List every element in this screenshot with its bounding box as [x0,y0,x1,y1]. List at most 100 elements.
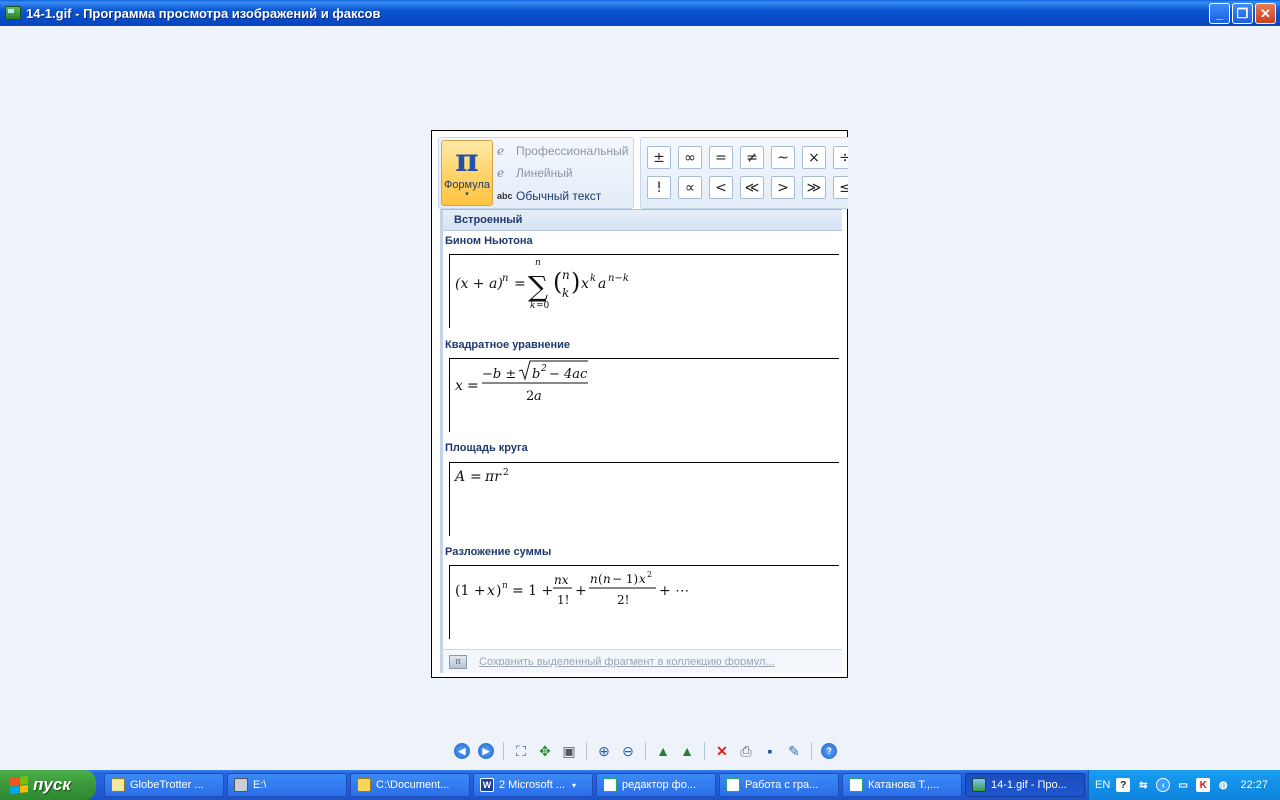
sum-expansion-formula: (1 + x ) n = 1 + nx 1! + n ( n − 1) x 2 … [455,570,689,607]
svg-text:): ) [571,268,580,296]
symbol-plus-minus: ± [647,146,671,169]
pi-icon: π [455,141,479,179]
ie-icon [726,778,740,792]
symbol-much-less: ≪ [740,176,764,199]
svg-text:n: n [502,273,508,284]
svg-text:=0: =0 [536,301,550,311]
rotate-clockwise-button[interactable]: ▲ [653,741,673,761]
best-fit-button[interactable]: ⛶ [511,741,531,761]
svg-text:(: ( [598,572,603,586]
svg-text:n: n [502,581,508,591]
save-button[interactable]: ▪ [760,741,780,761]
taskbar-item[interactable]: W 2 Microsoft ... ▾ [473,773,593,797]
globetrotter-icon [111,778,125,792]
print-icon: ⎙ [740,742,752,759]
taskbar-item[interactable]: редактор фо... [596,773,716,797]
svg-text:2!: 2! [617,593,629,607]
zoom-in-button[interactable]: ⊕ [594,741,614,761]
svg-text:− 1): − 1) [612,572,638,586]
toolbar-separator [704,742,705,760]
symbol-greater-than: > [771,176,795,199]
displayed-image: π Формула ▾ e Профессиональный e Линейны… [431,130,848,678]
svg-text:a: a [534,389,542,404]
linear-format-icon: e [497,166,505,180]
taskbar-item-label: C:\Document... [376,779,450,791]
volume-icon[interactable]: ◍ [1216,778,1230,792]
taskbar-item[interactable]: Катанова Т.,... [842,773,962,797]
delete-button[interactable]: ✕ [712,741,732,761]
antivirus-icon[interactable]: K [1196,778,1211,792]
monitor-icon[interactable]: ▭ [1176,778,1190,792]
print-button[interactable]: ⎙ [736,741,756,761]
gallery-item-title: Бином Ньютона [445,235,533,247]
title-bar: 14-1.gif - Программа просмотра изображен… [0,0,1280,26]
edit-button[interactable]: ✎ [784,741,804,761]
gallery-item-title: Квадратное уравнение [445,339,571,351]
symbol-equals: = [709,146,733,169]
toolbar-separator [811,742,812,760]
gallery-header: Встроенный [443,210,842,231]
close-button[interactable]: ✕ [1255,3,1276,24]
svg-text:+: + [575,583,587,599]
best-fit-icon: ⛶ [516,742,526,759]
toolbar-separator [586,742,587,760]
prev-image-button[interactable]: ◀ [452,741,472,761]
help-tray-icon[interactable]: ? [1116,778,1131,792]
svg-text:−b ±: −b ± [482,367,516,382]
start-button[interactable]: пуск [0,770,96,800]
gallery-footer: π Сохранить выделенный фрагмент в коллек… [443,649,842,673]
toolbar-separator [645,742,646,760]
help-icon: ? [821,743,837,759]
next-image-button[interactable]: ▶ [476,741,496,761]
professional-format-icon: e [497,144,505,158]
taskbar-item[interactable]: E:\ [227,773,347,797]
group-arrow-icon: ▾ [572,780,577,790]
svg-text:= 1 +: = 1 + [512,583,553,599]
svg-text:− 4ac: − 4ac [549,367,588,382]
svg-text:+ ⋯: + ⋯ [659,583,689,599]
symbol-not-equal: ≠ [740,146,764,169]
taskbar-item[interactable]: GlobeTrotter ... [104,773,224,797]
zoom-out-button[interactable]: ⊖ [618,741,638,761]
rotate-counterclockwise-icon: ▲ [680,743,694,759]
viewer-toolbar: ◀ ▶ ⛶ ✥ ▣ ⊕ ⊖ ▲ ▲ ✕ ⎙ ▪ ✎ ? [452,740,839,762]
symbol-factorial: ! [647,176,671,199]
equation-gallery: Встроенный Бином Ньютона (x + a) n = n ∑… [440,209,842,673]
zoom-in-icon: ⊕ [598,742,610,759]
mode-professional-label: Профессиональный [516,144,629,158]
rotate-counterclockwise-button[interactable]: ▲ [677,741,697,761]
folder-icon [357,778,371,792]
gallery-item-title: Разложение суммы [445,546,552,558]
restore-button[interactable]: ❐ [1232,3,1253,24]
window-controls: _ ❐ ✕ [1209,3,1276,24]
svg-text:(: ( [553,268,562,296]
taskbar-item[interactable]: Работа с гра... [719,773,839,797]
svg-text:1!: 1! [557,593,569,607]
zoom-out-icon: ⊖ [622,742,634,759]
actual-size-button[interactable]: ✥ [535,741,555,761]
minimize-button[interactable]: _ [1209,3,1230,24]
svg-text:A: A [453,469,465,485]
taskbar-item[interactable]: C:\Document... [350,773,470,797]
ie-icon [603,778,617,792]
chevron-left-icon[interactable]: ‹ [1156,778,1171,792]
system-tray: EN ? ⇆ ‹ ▭ K ◍ 22:27 [1088,770,1280,800]
svg-text:k: k [530,301,535,311]
svg-text:=: = [514,276,526,292]
binomial-formula: (x + a) n = n ∑ k =0 ( n k ) x k a n−k [455,258,629,311]
window-title: 14-1.gif - Программа просмотра изображен… [26,5,381,21]
toolbar-separator [503,742,504,760]
start-label: пуск [33,775,71,794]
symbol-much-greater: ≫ [802,176,826,199]
language-indicator[interactable]: EN [1095,779,1110,791]
formula-button: π Формула ▾ [441,140,493,206]
slideshow-button[interactable]: ▣ [559,741,579,761]
svg-text:2: 2 [540,364,547,374]
svg-text:=: = [470,469,482,485]
svg-text:n: n [562,268,570,282]
taskbar-item-label: редактор фо... [622,779,697,791]
formula-button-label: Формула [443,179,491,191]
help-button[interactable]: ? [819,741,839,761]
taskbar-item-active[interactable]: 14-1.gif - Про... [965,773,1085,797]
network-icon[interactable]: ⇆ [1136,778,1150,792]
